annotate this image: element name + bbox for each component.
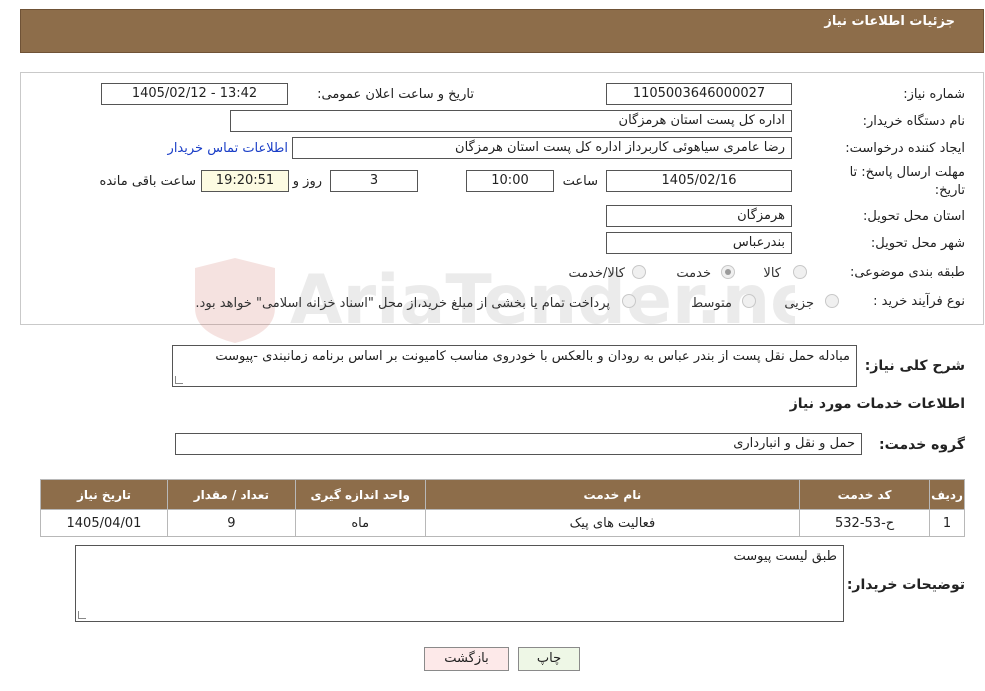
need-number-label: شماره نیاز: [903, 87, 965, 102]
requester-label: ایجاد کننده درخواست: [845, 141, 965, 156]
deadline-date-field: 1405/02/16 [606, 170, 792, 192]
cell-service-name: فعالیت های پیک [424, 509, 801, 537]
process-radio-medium[interactable] [742, 294, 756, 308]
category-label: طبقه بندی موضوعی: [849, 265, 965, 280]
announce-datetime-field: 1405/02/12 - 13:42 [101, 83, 288, 105]
days-label: روز و [292, 174, 322, 189]
service-group-label: گروه خدمت: [879, 437, 965, 453]
need-number-field: 1105003646000027 [606, 83, 792, 105]
deadline-time-field: 10:00 [466, 170, 554, 192]
category-option-goods: کالا [763, 266, 781, 281]
header-service-code: کد خدمت [799, 479, 931, 510]
city-label: شهر محل تحویل: [870, 236, 965, 251]
cell-need-date: 1405/04/01 [40, 509, 168, 537]
province-label: استان محل تحویل: [863, 209, 965, 224]
resize-grip-icon[interactable] [78, 611, 86, 619]
header-row-number: ردیف [929, 479, 965, 510]
process-label: نوع فرآیند خرید : [873, 294, 965, 309]
service-group-field: حمل و نقل و انبارداری [175, 433, 862, 455]
category-radio-goods[interactable] [793, 265, 807, 279]
category-option-goods-service: کالا/خدمت [568, 266, 625, 281]
process-treasury-note: پرداخت تمام یا بخشی از مبلغ خرید،از محل … [195, 296, 610, 311]
description-textarea[interactable]: مبادله حمل نقل پست از بندر عباس به رودان… [172, 345, 857, 387]
category-option-service: خدمت [676, 266, 711, 281]
buyer-notes-textarea[interactable]: طبق لیست پیوست [75, 545, 844, 622]
header-quantity: تعداد / مقدار [166, 479, 296, 510]
process-radio-treasury[interactable] [622, 294, 636, 308]
deadline-time-label: ساعت [562, 174, 598, 189]
announce-datetime-label: تاریخ و ساعت اعلان عمومی: [317, 87, 474, 102]
process-option-medium: متوسط [691, 296, 732, 311]
resize-grip-icon[interactable] [175, 376, 183, 384]
remaining-time-field: 19:20:51 [201, 170, 289, 192]
requester-field: رضا عامری سیاهوئی کاربرداز اداره کل پست … [292, 137, 792, 159]
category-radio-service[interactable] [721, 265, 735, 279]
cell-unit: ماه [294, 509, 426, 537]
page-title: جزئیات اطلاعات نیاز [824, 14, 955, 29]
process-option-minor: جزیی [784, 296, 814, 311]
buyer-org-field: اداره کل پست استان هرمزگان [230, 110, 792, 132]
table-header-row: ردیف کد خدمت نام خدمت واحد اندازه گیری ت… [40, 479, 965, 510]
buyer-notes-text: طبق لیست پیوست [733, 549, 837, 564]
services-section-title: اطلاعات خدمات مورد نیاز [789, 396, 965, 412]
buyer-notes-label: توضیحات خریدار: [846, 577, 965, 593]
description-text: مبادله حمل نقل پست از بندر عباس به رودان… [215, 349, 850, 364]
services-table: ردیف کد خدمت نام خدمت واحد اندازه گیری ت… [40, 479, 965, 537]
remaining-days-field: 3 [330, 170, 418, 192]
cell-quantity: 9 [166, 509, 296, 537]
remaining-time-label: ساعت باقی مانده [99, 174, 196, 189]
city-field: بندرعباس [606, 232, 792, 254]
back-button[interactable]: بازگشت [424, 647, 509, 671]
table-row: 1 ح-53-532 فعالیت های پیک ماه 9 1405/04/… [40, 509, 965, 537]
province-field: هرمزگان [606, 205, 792, 227]
header-need-date: تاریخ نیاز [40, 479, 168, 510]
buyer-org-label: نام دستگاه خریدار: [862, 114, 965, 129]
print-button[interactable]: چاپ [518, 647, 580, 671]
cell-row-number: 1 [929, 509, 965, 537]
category-radio-goods-service[interactable] [632, 265, 646, 279]
process-radio-minor[interactable] [825, 294, 839, 308]
deadline-label: مهلت ارسال پاسخ: تا [849, 165, 965, 180]
cell-service-code: ح-53-532 [799, 509, 931, 537]
header-unit: واحد اندازه گیری [294, 479, 426, 510]
buyer-contact-link[interactable]: اطلاعات تماس خریدار [168, 141, 288, 156]
header-service-name: نام خدمت [424, 479, 801, 510]
description-label: شرح کلی نیاز: [864, 358, 965, 374]
deadline-label-date: تاریخ: [934, 183, 965, 198]
